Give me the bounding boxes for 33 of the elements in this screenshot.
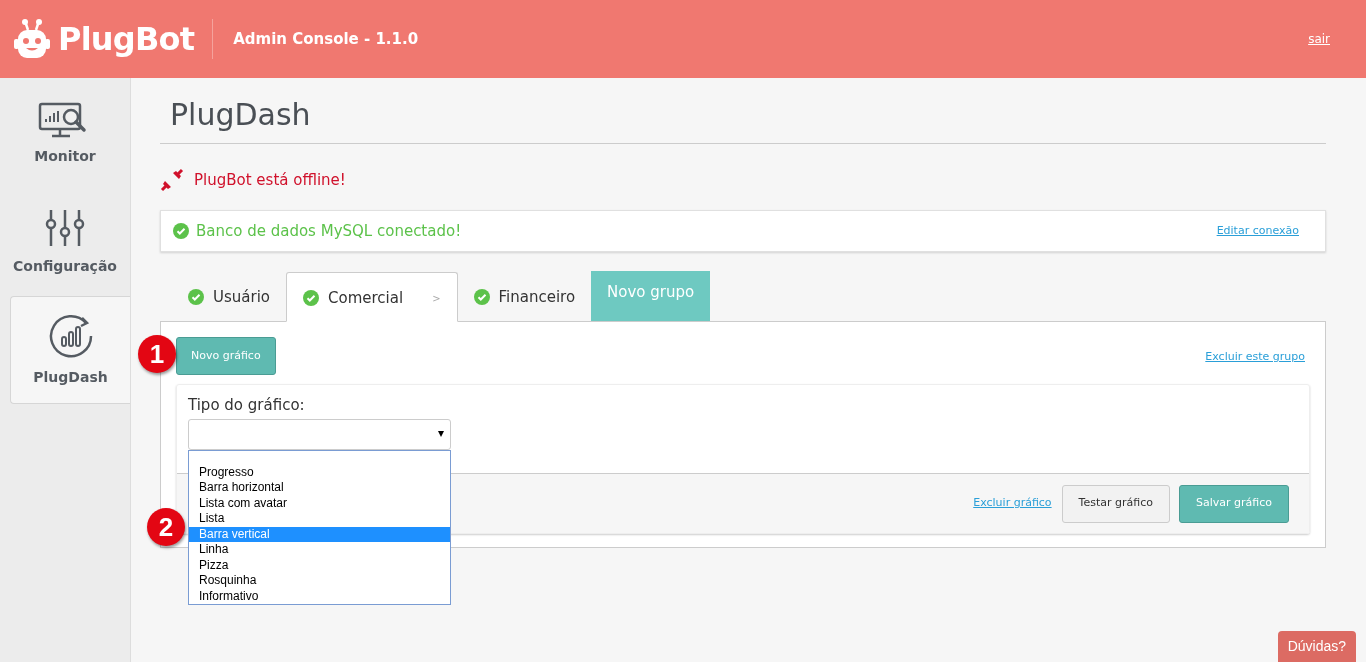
dropdown-option[interactable]: Pizza [189, 557, 450, 573]
chart-type-select[interactable] [188, 418, 451, 450]
dropdown-option[interactable]: Lista com avatar [189, 495, 450, 511]
dropdown-option[interactable]: Linha [189, 542, 450, 558]
step-marker: 1 [138, 335, 176, 373]
group-tab[interactable]: Comercial > [286, 272, 458, 322]
sliders-icon [45, 207, 85, 248]
robot-logo-icon [14, 19, 50, 59]
dropdown-option[interactable]: Barra horizontal [189, 480, 450, 496]
dropdown-arrow-icon [438, 431, 444, 437]
brand-name: PlugBot [58, 19, 195, 60]
sidebar-item[interactable]: PlugDash [10, 296, 130, 404]
dropdown-option[interactable]: Rosquinha [189, 573, 450, 589]
refresh-bar-chart-icon [47, 312, 94, 359]
sidebar-item[interactable]: Configuração [0, 188, 130, 296]
group-tab[interactable]: Usuário [172, 271, 286, 321]
unplugged-icon [160, 168, 184, 192]
page-title: PlugDash [160, 92, 1326, 144]
check-circle-icon [173, 223, 189, 239]
offline-message: PlugBot está offline! [194, 169, 346, 191]
group-tab[interactable]: Financeiro [457, 271, 592, 321]
dropdown-option[interactable]: Informativo [189, 588, 450, 604]
console-version: Admin Console - 1.1.0 [233, 28, 419, 50]
chart-type-label: Tipo do gráfico: [188, 395, 306, 416]
sidebar-item[interactable]: Monitor [0, 80, 130, 188]
check-circle-icon [188, 289, 204, 305]
dropdown-option[interactable]: Lista [189, 511, 450, 527]
step-marker: 2 [147, 508, 185, 546]
db-status-message: Banco de dados MySQL conectado! [196, 220, 462, 242]
dropdown-option[interactable]: Progresso [189, 464, 450, 480]
check-circle-icon [303, 290, 319, 306]
test-chart-button[interactable]: Testar gráfico [1061, 484, 1170, 523]
check-circle-icon [473, 289, 490, 305]
